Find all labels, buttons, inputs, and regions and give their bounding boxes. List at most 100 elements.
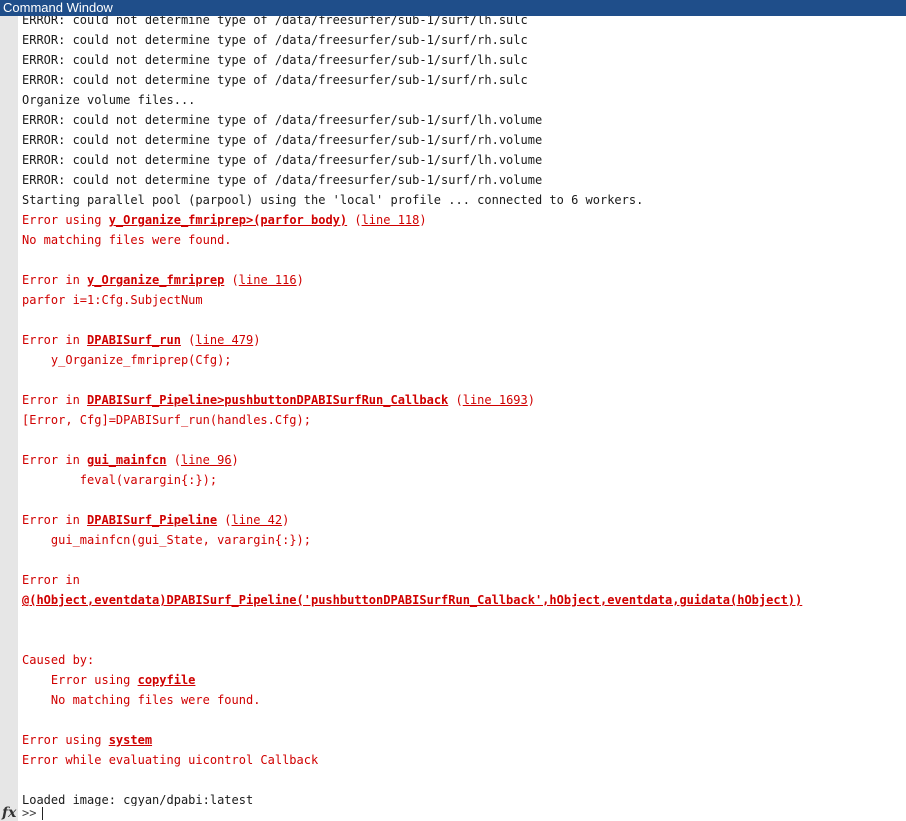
function-link[interactable]: DPABISurf_Pipeline>pushbuttonDPABISurfRu…	[87, 393, 448, 407]
output-line: ERROR: could not determine type of /data…	[22, 130, 902, 150]
left-gutter	[0, 16, 18, 821]
paren-open: (	[180, 333, 196, 347]
error-message-line: Caused by:	[22, 650, 902, 670]
stack-trace-line: @(hObject,eventdata)DPABISurf_Pipeline('…	[22, 590, 902, 610]
output-line: ERROR: could not determine type of /data…	[22, 150, 902, 170]
line-text: parfor i=1:Cfg.SubjectNum	[22, 293, 203, 307]
line-number-link[interactable]: line 479	[195, 333, 253, 347]
error-prefix: Error in	[22, 333, 88, 347]
line-number-link[interactable]: line 1693	[463, 393, 528, 407]
output-line: ERROR: could not determine type of /data…	[22, 30, 902, 50]
paren-open: (	[224, 273, 239, 287]
line-text: feval(varargin{:});	[79, 473, 218, 487]
text-cursor	[42, 807, 43, 820]
paren-close: )	[296, 273, 304, 287]
error-message-line: y_Organize_fmriprep(Cfg);	[22, 350, 902, 370]
line-text: ERROR: could not determine type of /data…	[22, 16, 528, 27]
line-number-link[interactable]: line 96	[181, 453, 232, 467]
line-text: ERROR: could not determine type of /data…	[22, 133, 543, 147]
line-text: Organize volume files...	[22, 93, 196, 107]
paren-open: (	[448, 393, 463, 407]
paren-open: (	[217, 513, 232, 527]
stack-trace-line: Error using system	[22, 730, 902, 750]
stack-trace-line: Error in DPABISurf_Pipeline (line 42)	[22, 510, 902, 530]
stack-trace-line: Error in DPABISurf_Pipeline>pushbuttonDP…	[22, 390, 902, 410]
line-text: No matching files were found.	[22, 233, 232, 247]
line-text: No matching files were found.	[50, 693, 261, 707]
function-link[interactable]: copyfile	[138, 673, 196, 687]
line-number-link[interactable]: line 116	[239, 273, 297, 287]
prompt-symbol: >>	[22, 806, 37, 820]
line-text: Loaded image: cgyan/dpabi:latest	[22, 793, 254, 806]
stack-trace-line: Error in gui_mainfcn (line 96)	[22, 450, 902, 470]
line-text: ERROR: could not determine type of /data…	[22, 173, 543, 187]
line-text: gui_mainfcn(gui_State, varargin{:});	[50, 533, 311, 547]
line-text: Starting parallel pool (parpool) using t…	[22, 193, 644, 207]
line-text: Error while evaluating uicontrol Callbac…	[22, 753, 319, 767]
error-message-line: Error in	[22, 570, 902, 590]
function-link[interactable]: y_Organize_fmriprep	[87, 273, 224, 287]
function-link[interactable]: DPABISurf_Pipeline	[87, 513, 217, 527]
line-text: ERROR: could not determine type of /data…	[22, 73, 528, 87]
error-message-line: feval(varargin{:});	[22, 470, 902, 490]
error-message-line: gui_mainfcn(gui_State, varargin{:});	[22, 530, 902, 550]
paren-close: )	[253, 333, 261, 347]
paren-close: )	[231, 453, 239, 467]
error-message-line: Error while evaluating uicontrol Callbac…	[22, 750, 902, 770]
function-link[interactable]: @(hObject,eventdata)DPABISurf_Pipeline('…	[22, 593, 802, 607]
line-text: ERROR: could not determine type of /data…	[22, 53, 528, 67]
line-number-link[interactable]: line 42	[232, 513, 283, 527]
output-line: Organize volume files...	[22, 90, 902, 110]
line-text: [Error, Cfg]=DPABISurf_run(handles.Cfg);	[22, 413, 311, 427]
error-prefix: Error in	[22, 513, 88, 527]
paren-close: )	[282, 513, 290, 527]
command-prompt-row: fx >>	[0, 806, 906, 821]
line-text: Error in	[22, 573, 80, 587]
line-text: ERROR: could not determine type of /data…	[22, 33, 528, 47]
paren-close: )	[419, 213, 427, 227]
function-browser-icon[interactable]: fx	[2, 806, 16, 821]
function-link[interactable]: system	[109, 733, 152, 747]
stack-trace-line: Error in y_Organize_fmriprep (line 116)	[22, 270, 902, 290]
function-link[interactable]: DPABISurf_run	[87, 333, 181, 347]
paren-open: (	[166, 453, 181, 467]
console-output[interactable]: ERROR: could not determine type of /data…	[22, 16, 902, 806]
error-prefix: Error using	[22, 213, 109, 227]
error-prefix: Error in	[22, 273, 88, 287]
paren-open: (	[347, 213, 362, 227]
error-message-line: [Error, Cfg]=DPABISurf_run(handles.Cfg);	[22, 410, 902, 430]
line-text: y_Organize_fmriprep(Cfg);	[50, 353, 232, 367]
stack-trace-line: Error in DPABISurf_run (line 479)	[22, 330, 902, 350]
output-line: ERROR: could not determine type of /data…	[22, 170, 902, 190]
function-link[interactable]: gui_mainfcn	[87, 453, 166, 467]
command-window-title: Command Window	[0, 0, 906, 16]
output-line: ERROR: could not determine type of /data…	[22, 110, 902, 130]
stack-trace-line: Error using copyfile	[22, 670, 902, 690]
function-link[interactable]: y_Organize_fmriprep>(parfor body)	[109, 213, 347, 227]
line-number-link[interactable]: line 118	[362, 213, 420, 227]
error-message-line: No matching files were found.	[22, 690, 902, 710]
command-input[interactable]	[42, 807, 862, 820]
output-line: ERROR: could not determine type of /data…	[22, 16, 902, 30]
error-prefix: Error in	[22, 453, 88, 467]
error-prefix: Error in	[22, 393, 88, 407]
output-line: Starting parallel pool (parpool) using t…	[22, 190, 902, 210]
error-prefix: Error using	[50, 673, 138, 687]
error-message-line: No matching files were found.	[22, 230, 902, 250]
line-text: ERROR: could not determine type of /data…	[22, 153, 543, 167]
